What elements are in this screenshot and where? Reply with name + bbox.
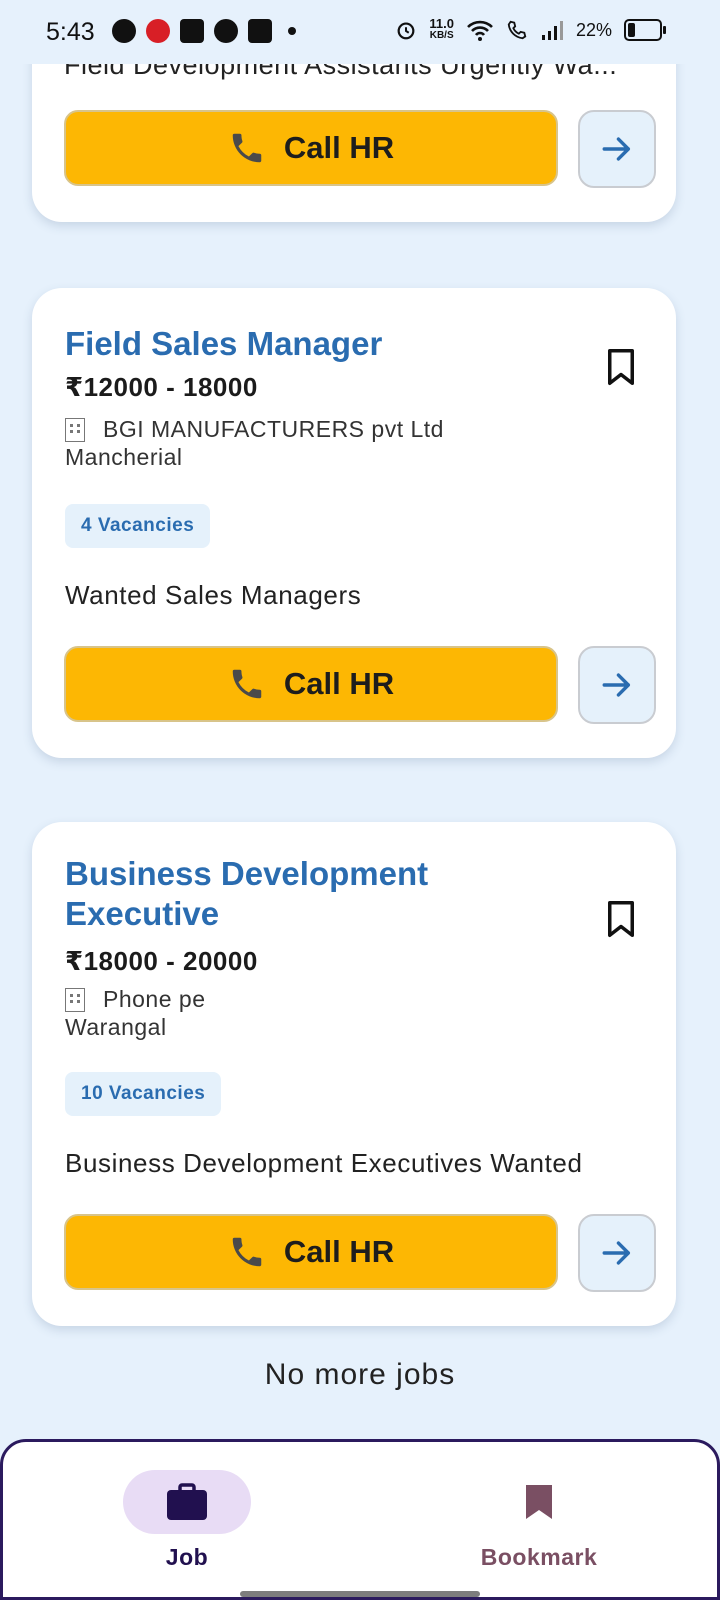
call-hr-button[interactable]: Call HR xyxy=(64,1214,558,1290)
end-of-list-message: No more jobs xyxy=(264,1358,456,1391)
phone-icon xyxy=(232,133,262,163)
bookmark-icon[interactable] xyxy=(606,900,636,938)
arrow-right-icon xyxy=(602,673,631,697)
vacancies-badge: 10 Vacancies xyxy=(65,1072,222,1116)
phone-icon xyxy=(232,1237,262,1267)
job-card: Field Sales Manager ₹12000 - 18000 BGI M… xyxy=(32,288,676,758)
wifi-icon xyxy=(467,20,493,41)
arrow-right-icon xyxy=(602,137,631,161)
whatsapp-icon xyxy=(112,19,136,43)
view-details-button[interactable] xyxy=(578,1214,656,1292)
status-time: 5:43 xyxy=(46,18,95,46)
home-indicator[interactable] xyxy=(240,1591,480,1597)
alarm-icon xyxy=(397,22,415,40)
bookmark-filled-icon xyxy=(526,1485,552,1519)
building-icon xyxy=(65,417,85,442)
battery-icon xyxy=(624,19,666,41)
jio-icon xyxy=(146,19,170,43)
call-hr-button[interactable]: Call HR xyxy=(64,646,558,722)
job-description: Wanted Sales Managers xyxy=(65,580,362,610)
location: Warangal xyxy=(65,1014,167,1040)
company-name: Phone pe xyxy=(103,986,206,1012)
nav-item-job[interactable]: Job xyxy=(87,1470,287,1571)
company-row: Phone pe xyxy=(65,986,205,1013)
location: Mancherial xyxy=(65,444,183,470)
nav-label-job: Job xyxy=(165,1544,209,1570)
call-hr-button[interactable]: Call HR xyxy=(64,110,558,186)
status-bar: 5:43 11.0 KB/S 22% xyxy=(0,0,720,64)
job-card: Business Development Executive ₹18000 - … xyxy=(32,822,676,1326)
company-name: BGI MANUFACTURERS pvt Ltd xyxy=(103,416,444,442)
cell-signal-icon xyxy=(541,21,563,40)
call-signal-icon xyxy=(507,20,527,40)
arrow-right-icon xyxy=(602,1241,631,1265)
shortcut-icon xyxy=(248,19,272,43)
bookmark-icon[interactable] xyxy=(606,348,636,386)
vacancies-badge: 4 Vacancies xyxy=(65,504,211,548)
job-title[interactable]: Business Development Executive xyxy=(65,854,585,934)
nav-label-bookmark: Bookmark xyxy=(480,1544,598,1570)
briefcase-icon xyxy=(167,1483,207,1520)
system-icons: 11.0 KB/S 22% xyxy=(395,16,666,42)
view-details-button[interactable] xyxy=(578,110,656,188)
building-icon xyxy=(65,987,85,1012)
bottom-navigation: Job Bookmark xyxy=(0,1439,720,1600)
salary: ₹12000 - 18000 xyxy=(65,372,258,402)
company-row: BGI MANUFACTURERS pvt Ltd xyxy=(65,416,444,443)
linkedin-icon xyxy=(180,19,204,43)
job-description: Business Development Executives Wanted xyxy=(65,1148,583,1178)
view-details-button[interactable] xyxy=(578,646,656,724)
network-speed: 11.0 KB/S xyxy=(429,16,454,41)
more-notifications-icon xyxy=(288,27,296,35)
nav-item-bookmark[interactable]: Bookmark xyxy=(439,1470,639,1571)
salary: ₹18000 - 20000 xyxy=(65,946,258,976)
battery-percent: 22% xyxy=(575,19,612,40)
nav-active-indicator xyxy=(123,1470,251,1534)
notification-icons xyxy=(112,19,296,43)
app-icon xyxy=(214,19,238,43)
nav-icon-container xyxy=(475,1470,603,1534)
job-title[interactable]: Field Sales Manager xyxy=(65,324,585,364)
phone-icon xyxy=(232,669,262,699)
